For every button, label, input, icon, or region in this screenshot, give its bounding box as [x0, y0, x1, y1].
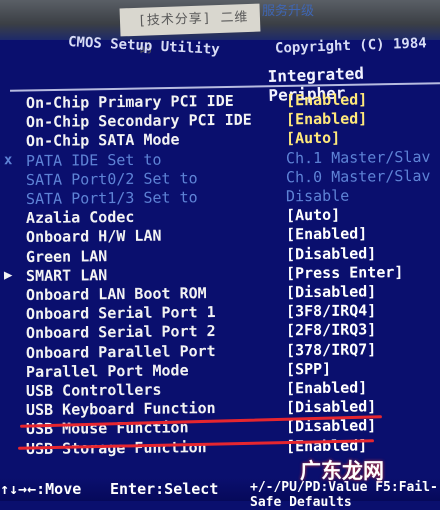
setting-value[interactable]: [2F8/IRQ3]	[286, 321, 376, 340]
setting-label: On-Chip SATA Mode	[25, 130, 180, 151]
setting-label: Onboard LAN Boot ROM	[25, 284, 207, 305]
watermark-logo: 广东龙网	[300, 459, 384, 483]
setting-value: Ch.0 Master/Slav	[285, 166, 431, 187]
setting-value[interactable]: [Auto]	[286, 206, 340, 225]
setting-label: Green LAN	[25, 246, 108, 266]
select-hint: Enter:Select	[110, 480, 219, 498]
setting-value[interactable]: [Enabled]	[286, 90, 367, 109]
setting-label: SMART LAN	[25, 265, 108, 285]
setting-value: Ch.1 Master/Slav	[285, 147, 431, 167]
setting-label: SATA Port0/2 Set to	[25, 169, 198, 189]
setting-value[interactable]: [Disabled]	[286, 282, 376, 301]
setting-label: Onboard H/W LAN	[25, 227, 162, 247]
setting-label: Onboard Parallel Port	[25, 341, 216, 362]
setting-value[interactable]: [Enabled]	[286, 225, 367, 244]
sticker-blue-text: 服务升级	[262, 4, 315, 19]
setting-label: On-Chip Primary PCI IDE	[25, 91, 234, 113]
setting-label: Parallel Port Mode	[25, 361, 189, 381]
setting-label: Onboard Serial Port 2	[25, 322, 216, 343]
setting-value: Disable	[285, 186, 350, 206]
setting-value[interactable]: [Enabled]	[286, 110, 367, 129]
setting-value[interactable]: [Press Enter]	[286, 263, 404, 282]
setting-label: Onboard Serial Port 1	[25, 303, 216, 324]
move-hint: ↑↓→←:Move	[0, 480, 82, 498]
setting-value[interactable]: [Auto]	[286, 129, 340, 148]
locked-x-icon: x	[3, 151, 13, 168]
paper-sticker: [技术分享] 二维码	[119, 3, 261, 57]
photo-top-border: [技术分享] 二维码 服务升级	[0, 0, 440, 57]
setting-value[interactable]: [Disabled]	[286, 398, 376, 417]
setting-value[interactable]: [Enabled]	[286, 378, 367, 397]
setting-label: SATA Port1/3 Set to	[25, 188, 198, 209]
setting-label: Azalia Codec	[25, 208, 135, 228]
setting-label: On-Chip Secondary PCI IDE	[25, 110, 252, 132]
setting-value[interactable]: [3F8/IRQ4]	[286, 302, 376, 321]
setting-label: PATA IDE Set to	[25, 150, 162, 170]
setting-label: USB Keyboard Function	[25, 399, 216, 420]
setting-value[interactable]: [SPP]	[286, 360, 331, 378]
setting-label: USB Controllers	[25, 380, 162, 401]
submenu-arrow-icon: ▶	[3, 266, 13, 284]
setting-value[interactable]: [378/IRQ7]	[286, 340, 376, 359]
setting-value[interactable]: [Disabled]	[286, 244, 376, 263]
